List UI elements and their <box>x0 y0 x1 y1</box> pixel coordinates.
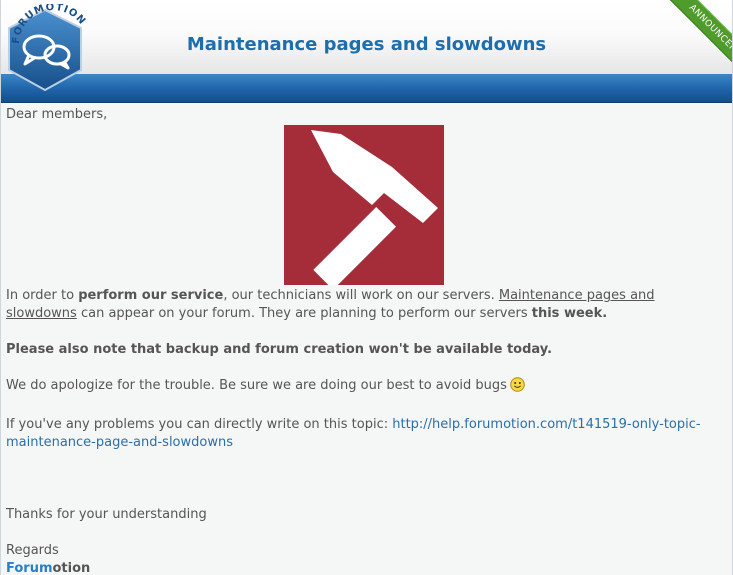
paragraph-apology: We do apologize for the trouble. Be sure… <box>6 377 721 398</box>
announcement-ribbon: ANNOUNCEMENT <box>642 0 732 90</box>
signature: Forumotion <box>6 561 91 575</box>
post-header: Maintenance pages and slowdowns ANNOUNCE… <box>1 0 732 90</box>
post-title: Maintenance pages and slowdowns <box>186 34 547 55</box>
thanks-line: Thanks for your understanding <box>6 507 207 522</box>
smiley-icon <box>510 377 525 398</box>
announcement-post: Maintenance pages and slowdowns ANNOUNCE… <box>0 0 733 575</box>
regards-line: Regards <box>6 543 59 558</box>
hammer-icon <box>283 125 444 285</box>
paragraph-contact: If you've any problems you can directly … <box>6 417 701 450</box>
greeting: Dear members, <box>6 107 108 122</box>
paragraph-service: In order to perform our service, our tec… <box>6 288 655 321</box>
announcement-ribbon-label: ANNOUNCEMENT <box>663 0 732 90</box>
post-body: Dear members, In order to perform our se… <box>6 106 721 575</box>
header-band <box>1 74 732 103</box>
paragraph-backup-notice: Please also note that backup and forum c… <box>6 342 553 357</box>
forumotion-logo: FORUMOTION <box>5 2 105 100</box>
